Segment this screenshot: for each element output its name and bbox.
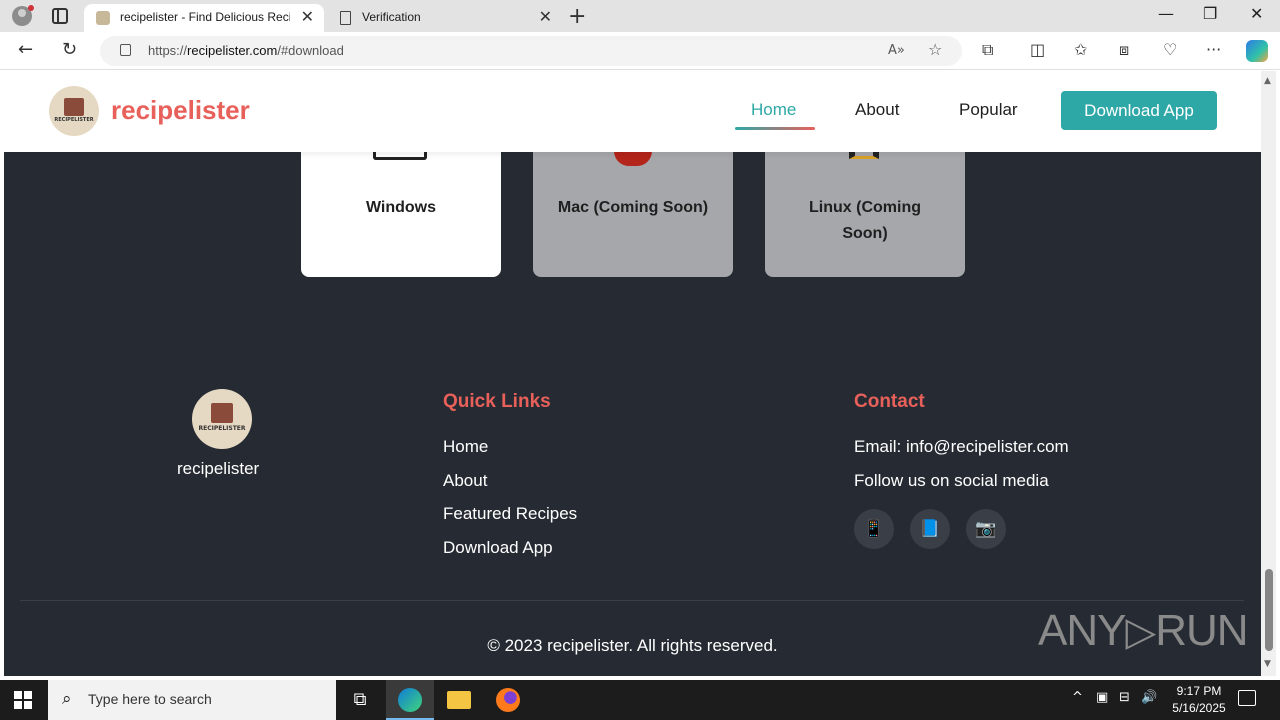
download-card-mac[interactable]: Mac (Coming Soon) [533,131,733,277]
taskbar-firefox[interactable] [484,680,532,720]
url-text[interactable]: https://recipelister.com/#download [148,43,344,58]
tab-title: recipelister - Find Delicious Recip [120,10,290,24]
taskbar-search-box[interactable]: ⌕ Type here to search [48,680,336,720]
extensions-icon[interactable]: ⧉ [982,40,993,60]
read-aloud-icon[interactable]: A» [888,43,905,58]
logo-book-icon [64,98,84,116]
notification-center-icon[interactable] [1238,690,1256,706]
footer-logo: RECIPELISTER [192,389,252,449]
logo-text: RECIPELISTER [54,117,94,123]
watermark-run: RUN [1155,606,1248,655]
footer-link-home[interactable]: Home [443,437,488,457]
new-tab-button[interactable]: + [568,4,586,29]
lock-icon[interactable] [120,44,131,56]
play-icon: ▷ [1125,610,1156,654]
nav-popular[interactable]: Popular [959,100,1018,120]
volume-icon[interactable]: 🔊 [1141,690,1157,705]
page-document-icon [340,11,351,25]
site-logo[interactable]: RECIPELISTER [49,86,99,136]
footer-link-download-app[interactable]: Download App [443,538,553,558]
close-window-button[interactable]: ✕ [1250,4,1263,23]
copilot-icon[interactable] [1246,40,1268,62]
tab-actions-icon[interactable] [52,8,68,24]
anyrun-watermark: ANY▷RUN [1038,606,1249,656]
nav-home[interactable]: Home [751,100,796,120]
download-app-button[interactable]: Download App [1061,91,1217,130]
windows-start-icon[interactable] [14,691,33,710]
browser-tab-strip: recipelister - Find Delicious Recip ✕ Ve… [0,0,1280,32]
edge-icon [398,688,422,712]
site-header: RECIPELISTER recipelister Home About Pop… [4,71,1261,152]
taskbar-clock[interactable]: 9:17 PM 5/16/2025 [1164,683,1234,717]
site-brand[interactable]: recipelister [111,95,250,126]
refresh-button[interactable]: ↻ [62,39,77,60]
scrollbar-thumb[interactable] [1265,569,1273,651]
taskbar-edge[interactable] [386,680,434,720]
search-icon: ⌕ [62,689,72,709]
search-placeholder: Type here to search [88,691,212,707]
firefox-icon [496,688,520,712]
nav-about[interactable]: About [855,100,899,120]
favorites-icon[interactable]: ✩ [1074,40,1087,59]
scroll-up-icon[interactable]: ▲ [1264,76,1271,86]
back-button[interactable]: ← [18,39,33,60]
card-label: Linux (Coming Soon) [809,199,921,242]
card-label: Windows [365,199,437,216]
folder-icon [447,691,471,709]
scroll-down-icon[interactable]: ▼ [1264,659,1271,669]
address-toolbar: ← ↻ https://recipelister.com/#download A… [0,32,1280,70]
footer-divider [20,600,1244,601]
contact-heading: Contact [854,391,925,412]
address-bar[interactable]: https://recipelister.com/#download A» ☆ [100,36,962,66]
recipelister-favicon-icon [96,11,110,25]
footer-link-about[interactable]: About [443,471,487,491]
laptop-icon [373,151,427,160]
logo-book-icon [211,403,233,423]
clock-date: 5/16/2025 [1172,701,1226,715]
task-view-icon[interactable]: ⧉ [336,680,384,720]
tab-verification[interactable]: Verification ✕ [326,4,562,32]
contact-email[interactable]: Email: info@recipelister.com [854,437,1069,457]
tab-recipelister[interactable]: recipelister - Find Delicious Recip ✕ [84,4,324,32]
footer-link-featured-recipes[interactable]: Featured Recipes [443,504,577,524]
follow-us-text: Follow us on social media [854,471,1049,490]
close-tab-icon[interactable]: ✕ [301,7,314,27]
tab-title: Verification [362,10,421,24]
page-scrollbar[interactable]: ▲ ▼ [1261,71,1276,676]
favorite-star-icon[interactable]: ☆ [928,40,942,59]
nav-active-underline [735,127,815,130]
card-label: Mac (Coming Soon) [557,199,709,216]
collections-icon[interactable]: ⧈ [1119,40,1129,60]
webpage-viewport: RECIPELISTER recipelister Home About Pop… [4,71,1261,676]
tray-chevron-icon[interactable]: ^ [1072,690,1083,705]
download-card-windows[interactable]: Windows [301,131,501,277]
split-screen-icon[interactable]: ◫ [1030,40,1045,59]
book-icon[interactable]: 📘 [910,509,950,549]
more-icon[interactable]: ··· [1206,40,1221,59]
browser-essentials-icon[interactable]: ♡ [1163,40,1177,59]
quick-links-heading: Quick Links [443,391,551,412]
taskbar-file-explorer[interactable] [435,680,483,720]
phone-icon[interactable]: 📱 [854,509,894,549]
logo-text: RECIPELISTER [198,425,246,432]
download-card-linux[interactable]: Linux (Coming Soon) [765,131,965,277]
camera-icon[interactable]: 📷 [966,509,1006,549]
restore-button[interactable]: ❐ [1203,4,1217,23]
watermark-any: ANY [1038,606,1126,655]
meet-now-icon[interactable]: ▣ [1096,690,1108,705]
profile-notification-dot [28,5,34,11]
footer-brand: recipelister [177,459,260,478]
network-icon[interactable]: ⊟ [1119,690,1130,705]
clock-time: 9:17 PM [1176,684,1222,698]
close-tab-icon[interactable]: ✕ [539,7,552,27]
apple-icon [614,151,652,166]
windows-taskbar: ⌕ Type here to search ⧉ ^ ▣ ⊟ 🔊 9:17 PM … [0,680,1280,720]
minimize-button[interactable]: — [1158,4,1174,23]
